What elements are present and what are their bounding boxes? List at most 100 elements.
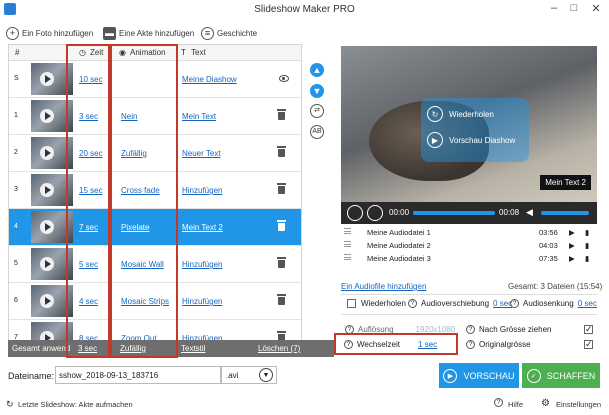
volume-icon[interactable]: ◀ — [526, 207, 533, 218]
audio-duration: 04:03 — [539, 241, 558, 250]
plus-icon: + — [6, 26, 19, 40]
row-text[interactable]: Hinzufügen — [182, 297, 222, 306]
time-start: 00:00 — [389, 208, 410, 217]
trash-icon[interactable] — [277, 109, 286, 120]
trash-icon[interactable] — [277, 257, 286, 268]
drag-handle-icon[interactable] — [344, 241, 351, 247]
play-icon[interactable]: ▶ — [569, 228, 575, 237]
row-num: 1 — [14, 112, 18, 119]
row-num: 3 — [14, 186, 18, 193]
play-icon[interactable] — [40, 183, 54, 197]
fit-checkbox[interactable] — [584, 324, 593, 335]
history-button[interactable]: ≡ Geschichte — [201, 25, 257, 41]
move-down-icon[interactable]: ▼ — [310, 84, 324, 98]
trash-icon[interactable] — [277, 220, 286, 231]
footer: ↻ Letzte Slideshow: Akte aufmachen ? Hil… — [0, 394, 609, 415]
seek-bar[interactable] — [413, 211, 495, 215]
trash-icon[interactable] — [277, 294, 286, 305]
row-text[interactable]: Hinzufügen — [182, 260, 222, 269]
last-slideshow-link[interactable]: Letzte Slideshow: Akte aufmachen — [18, 400, 133, 409]
preview-area[interactable]: ↻ Wiederholen ▶ Vorschau Diashow Mein Te… — [341, 46, 597, 224]
volume-slider[interactable] — [541, 211, 589, 215]
help-icon[interactable]: ? — [466, 325, 475, 334]
maximize-icon[interactable]: □ — [566, 2, 582, 14]
audio-lower-value[interactable]: 0 sec — [578, 299, 597, 308]
trash-icon[interactable] — [277, 183, 286, 194]
delete-all-link[interactable]: Löschen (7) — [258, 344, 300, 353]
add-audio-link[interactable]: Ein Audiofile hinzufügen — [341, 282, 426, 291]
settings-link[interactable]: Einstellungen — [556, 400, 601, 409]
text-ab-button[interactable]: AB — [310, 125, 324, 139]
original-checkbox[interactable] — [584, 339, 593, 350]
col-num-header: # — [15, 48, 20, 57]
trash-icon[interactable]: ▮ — [585, 241, 589, 250]
play-icon[interactable] — [347, 205, 363, 221]
preview-button[interactable]: ▶ VORSCHAU — [439, 363, 519, 388]
play-icon[interactable] — [40, 220, 54, 234]
filename-input[interactable]: sshow_2018-09-13_183716 — [55, 366, 221, 384]
chevron-down-icon[interactable]: ▼ — [259, 368, 273, 382]
play-icon[interactable] — [40, 257, 54, 271]
trash-icon[interactable]: ▮ — [585, 228, 589, 237]
repeat-label: Wiederholen — [449, 109, 494, 119]
play-icon[interactable] — [40, 109, 54, 123]
preview-caption: Mein Text 2 — [540, 175, 591, 190]
format-dropdown[interactable]: .avi ▼ — [221, 366, 277, 384]
player-controls: 00:00 00:08 ◀ — [341, 202, 597, 224]
minimize-icon[interactable]: – — [546, 2, 562, 14]
original-label: Originalgrösse — [479, 340, 531, 349]
help-icon[interactable]: ? — [494, 398, 503, 407]
trash-icon[interactable]: ▮ — [585, 254, 589, 263]
audio-duration: 03:56 — [539, 228, 558, 237]
divider — [341, 294, 597, 295]
row-text[interactable]: Meine Diashow — [182, 75, 237, 84]
move-up-icon[interactable]: ▲ — [310, 63, 324, 77]
row-text[interactable]: Hinzufügen — [182, 186, 222, 195]
refresh-icon: ↻ — [6, 399, 14, 409]
textstyle-link[interactable]: Textstil — [181, 344, 205, 353]
gear-icon[interactable]: ⚙ — [541, 398, 550, 409]
list-item[interactable]: Meine Audiodatei 3 07:35 ▶ ▮ — [341, 252, 597, 265]
repeat-audio-checkbox[interactable] — [347, 299, 356, 308]
row-text[interactable]: Mein Text — [182, 112, 216, 121]
list-item[interactable]: Meine Audiodatei 2 04:03 ▶ ▮ — [341, 239, 597, 252]
create-button-label: SCHAFFEN — [546, 370, 596, 381]
row-text[interactable]: Neuer Text — [182, 149, 221, 158]
row-num: 2 — [14, 149, 18, 156]
create-button[interactable]: ✓ SCHAFFEN — [522, 363, 600, 388]
help-icon[interactable]: ? — [344, 340, 353, 349]
preview-overlay: ↻ Wiederholen ▶ Vorschau Diashow — [421, 98, 529, 162]
trash-icon[interactable] — [277, 146, 286, 157]
close-icon[interactable]: ✕ — [588, 2, 604, 15]
help-icon[interactable]: ? — [466, 340, 475, 349]
stop-icon[interactable] — [367, 205, 383, 221]
filename-label: Dateiname: — [8, 371, 55, 381]
help-icon[interactable]: ? — [408, 299, 417, 308]
repeat-button[interactable]: ↻ Wiederholen — [427, 106, 494, 122]
row-text[interactable]: Mein Text 2 — [182, 223, 223, 232]
play-icon[interactable]: ▶ — [569, 241, 575, 250]
play-icon[interactable]: ▶ — [569, 254, 575, 263]
preview-slideshow-button[interactable]: ▶ Vorschau Diashow — [427, 132, 515, 148]
transition-value[interactable]: 1 sec — [418, 340, 437, 349]
preview-button-label: VORSCHAU — [463, 370, 515, 381]
play-icon[interactable] — [40, 72, 54, 86]
add-file-button[interactable]: ▬ Eine Akte hinzufügen — [103, 25, 194, 41]
help-link[interactable]: Hilfe — [508, 400, 523, 409]
animation-column-highlight — [110, 44, 178, 358]
play-icon[interactable] — [40, 146, 54, 160]
help-icon[interactable]: ? — [510, 299, 519, 308]
shuffle-icon[interactable]: ⇄ — [310, 104, 324, 118]
eye-icon[interactable] — [279, 75, 289, 82]
add-photo-button[interactable]: + Ein Foto hinzufügen — [6, 25, 93, 41]
audio-duration: 07:35 — [539, 254, 558, 263]
folder-icon: ▬ — [103, 26, 116, 40]
col-text-header[interactable]: Text — [191, 48, 206, 57]
drag-handle-icon[interactable] — [344, 254, 351, 260]
drag-handle-icon[interactable] — [344, 228, 351, 234]
history-label: Geschichte — [217, 28, 258, 38]
play-icon[interactable] — [40, 294, 54, 308]
zeit-column-highlight — [66, 44, 110, 358]
list-item[interactable]: Meine Audiodatei 1 03:56 ▶ ▮ — [341, 226, 597, 239]
list-icon: ≡ — [201, 26, 214, 40]
